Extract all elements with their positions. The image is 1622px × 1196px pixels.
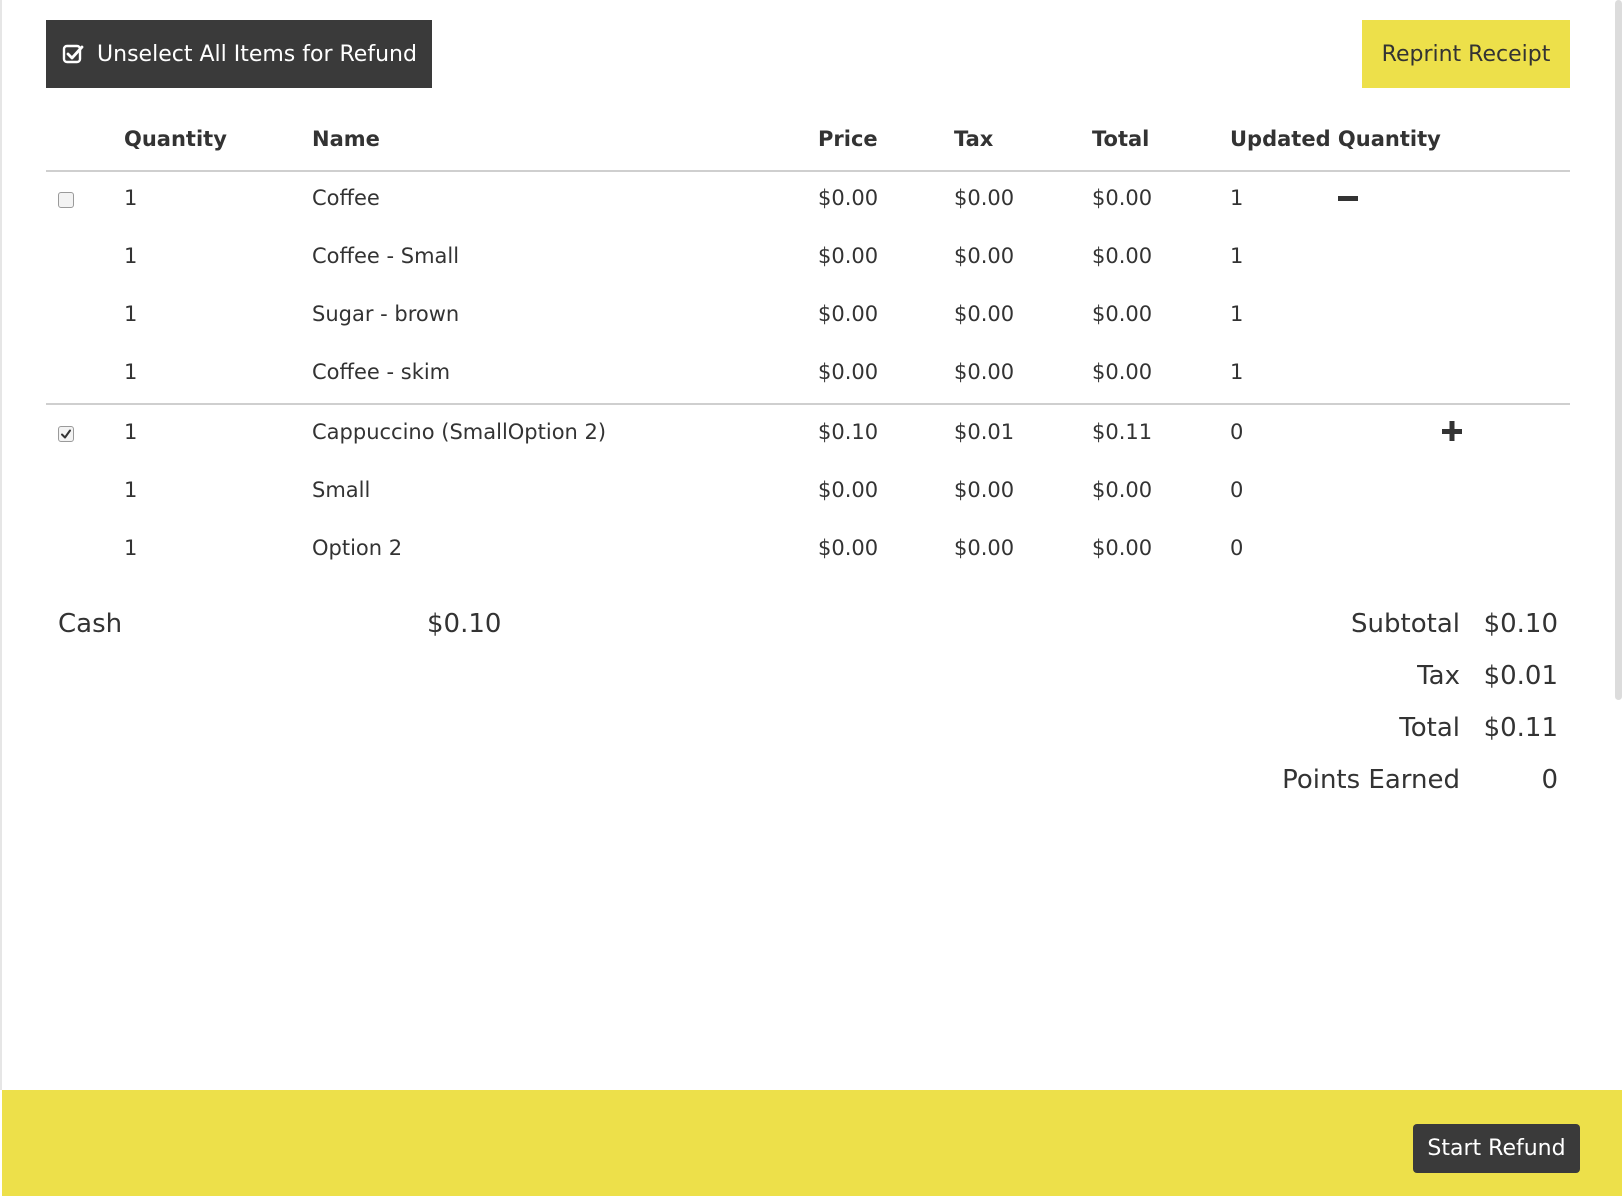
subtotal-label: Subtotal xyxy=(1351,609,1460,639)
cell-updated-quantity: 0 xyxy=(1230,536,1244,560)
cell-tax: $0.00 xyxy=(954,186,1015,210)
increase-quantity-button[interactable] xyxy=(1439,418,1465,444)
cell-tax: $0.00 xyxy=(954,536,1015,560)
cell-name: Coffee - Small xyxy=(312,244,460,268)
cell-tax: $0.01 xyxy=(954,420,1015,444)
payment-method: Cash xyxy=(58,609,123,639)
unselect-all-button[interactable]: Unselect All Items for Refund xyxy=(46,20,432,88)
cell-price: $0.00 xyxy=(818,186,879,210)
header-updated-quantity: Updated Quantity xyxy=(1230,127,1441,151)
start-refund-button[interactable]: Start Refund xyxy=(1413,1124,1580,1173)
total-value: $0.11 xyxy=(1483,713,1558,743)
cell-name: Cappuccino (SmallOption 2) xyxy=(312,420,607,444)
header-tax: Tax xyxy=(954,127,994,151)
cell-name: Coffee - skim xyxy=(312,360,451,384)
cell-quantity: 1 xyxy=(124,244,138,268)
header-quantity: Quantity xyxy=(124,127,227,151)
reprint-receipt-button[interactable]: Reprint Receipt xyxy=(1362,20,1570,88)
cell-name: Option 2 xyxy=(312,536,403,560)
cell-quantity: 1 xyxy=(124,478,138,502)
cell-tax: $0.00 xyxy=(954,478,1015,502)
left-border xyxy=(0,0,2,1090)
cell-quantity: 1 xyxy=(124,536,138,560)
checkmark-icon xyxy=(61,429,71,439)
tax-label: Tax xyxy=(1417,661,1460,691)
cell-updated-quantity: 1 xyxy=(1230,244,1244,268)
header-name: Name xyxy=(312,127,380,151)
unselect-all-label: Unselect All Items for Refund xyxy=(97,41,417,67)
cell-updated-quantity: 0 xyxy=(1230,420,1244,444)
points-earned-label: Points Earned xyxy=(1282,765,1460,795)
cell-quantity: 1 xyxy=(124,420,138,444)
cell-price: $0.00 xyxy=(818,536,879,560)
cell-name: Small xyxy=(312,478,371,502)
group-divider xyxy=(46,403,1570,405)
cell-updated-quantity: 1 xyxy=(1230,360,1244,384)
minus-icon xyxy=(1338,196,1358,201)
cell-price: $0.10 xyxy=(818,420,879,444)
plus-icon xyxy=(1442,421,1462,441)
payment-amount: $0.10 xyxy=(427,609,502,639)
cell-tax: $0.00 xyxy=(954,360,1015,384)
cell-quantity: 1 xyxy=(124,302,138,326)
cell-price: $0.00 xyxy=(818,244,879,268)
cell-updated-quantity: 1 xyxy=(1230,302,1244,326)
cell-total: $0.00 xyxy=(1092,244,1153,268)
points-earned-value: 0 xyxy=(1541,765,1558,795)
subtotal-value: $0.10 xyxy=(1483,609,1558,639)
cell-updated-quantity: 1 xyxy=(1230,186,1244,210)
cell-total: $0.11 xyxy=(1092,420,1153,444)
cell-total: $0.00 xyxy=(1092,186,1153,210)
item-group-checkbox[interactable] xyxy=(58,192,74,208)
scrollbar-thumb[interactable] xyxy=(1615,0,1622,700)
cell-quantity: 1 xyxy=(124,186,138,210)
cell-price: $0.00 xyxy=(818,302,879,326)
cell-tax: $0.00 xyxy=(954,244,1015,268)
header-divider xyxy=(46,170,1570,172)
item-group-checkbox-checked[interactable] xyxy=(58,426,74,442)
cell-total: $0.00 xyxy=(1092,302,1153,326)
decrease-quantity-button[interactable] xyxy=(1335,186,1361,212)
cell-quantity: 1 xyxy=(124,360,138,384)
cell-price: $0.00 xyxy=(818,360,879,384)
cell-name: Coffee xyxy=(312,186,380,210)
cell-name: Sugar - brown xyxy=(312,302,460,326)
cell-total: $0.00 xyxy=(1092,478,1153,502)
cell-total: $0.00 xyxy=(1092,360,1153,384)
cell-tax: $0.00 xyxy=(954,302,1015,326)
cell-price: $0.00 xyxy=(818,478,879,502)
cell-total: $0.00 xyxy=(1092,536,1153,560)
footer-bar xyxy=(2,1090,1622,1196)
header-total: Total xyxy=(1092,127,1150,151)
header-price: Price xyxy=(818,127,878,151)
cell-updated-quantity: 0 xyxy=(1230,478,1244,502)
refund-page: Unselect All Items for Refund Reprint Re… xyxy=(0,0,1622,1196)
total-label: Total xyxy=(1399,713,1460,743)
tax-value: $0.01 xyxy=(1483,661,1558,691)
check-square-icon xyxy=(62,44,84,64)
